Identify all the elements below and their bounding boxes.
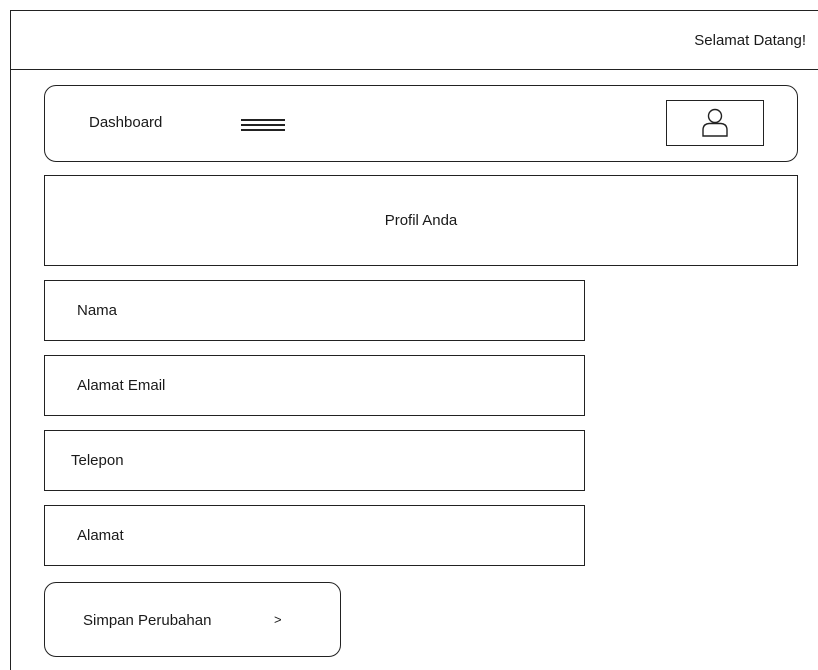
top-bar: Selamat Datang!	[10, 10, 818, 70]
profile-button[interactable]	[666, 100, 764, 146]
address-field-label: Alamat	[77, 527, 124, 544]
email-field-label: Alamat Email	[77, 377, 166, 394]
phone-field[interactable]: Telepon	[44, 430, 585, 491]
name-field-label: Nama	[77, 302, 118, 319]
save-button-label: Simpan Perubahan	[83, 612, 212, 629]
address-field[interactable]: Alamat	[44, 505, 585, 566]
hamburger-menu-icon[interactable]	[241, 116, 285, 132]
menu-line	[241, 119, 285, 121]
save-changes-button[interactable]: Simpan Perubahan >	[44, 582, 341, 657]
email-field[interactable]: Alamat Email	[44, 355, 585, 416]
profile-title-panel: Profil Anda	[44, 175, 798, 266]
nav-title[interactable]: Dashboard	[89, 114, 162, 131]
welcome-text: Selamat Datang!	[694, 32, 806, 49]
navbar: Dashboard	[44, 85, 798, 162]
menu-line	[241, 124, 285, 126]
chevron-right-icon: >	[274, 612, 282, 627]
menu-line	[241, 129, 285, 131]
phone-field-label: Telepon	[71, 452, 124, 469]
name-field[interactable]: Nama	[44, 280, 585, 341]
profile-title: Profil Anda	[384, 212, 458, 229]
user-icon	[702, 108, 728, 137]
